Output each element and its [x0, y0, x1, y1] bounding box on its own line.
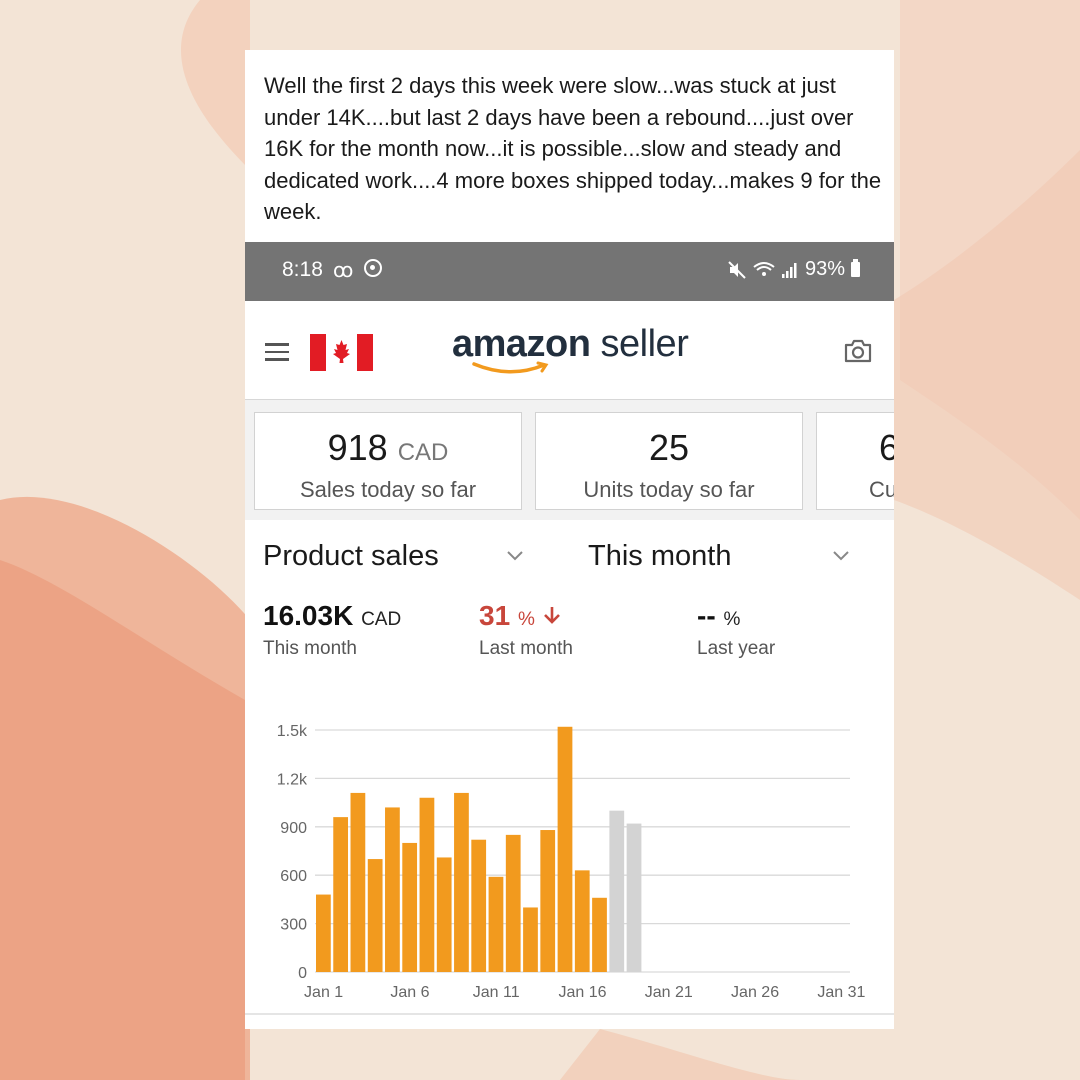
amazon-seller-logo: amazon seller [452, 323, 692, 383]
divider [245, 1013, 894, 1015]
bar[interactable] [574, 870, 590, 972]
voicemail-icon: ꝏ [333, 260, 354, 282]
last-month-label: Last month [479, 638, 573, 659]
bar[interactable] [454, 792, 469, 972]
bar[interactable] [592, 897, 607, 972]
x-tick-label: Jan 21 [645, 984, 693, 1001]
menu-icon[interactable] [265, 343, 289, 361]
last-year-number: -- [697, 600, 716, 631]
y-tick-label: 1.5k [277, 723, 308, 740]
bar[interactable] [505, 834, 521, 972]
y-tick-label: 600 [280, 868, 307, 885]
logo-text-bold: amazon [452, 323, 591, 365]
y-tick-label: 1.2k [277, 771, 308, 788]
metric-dropdown[interactable]: Product sales [263, 540, 439, 573]
logo-text-light: seller [590, 323, 689, 365]
x-tick-label: Jan 6 [390, 984, 429, 1001]
tile-partial[interactable]: 6 Cu [816, 412, 894, 510]
app-header: amazon seller [245, 301, 894, 400]
bar[interactable] [540, 830, 556, 972]
last-month-value: 31 % [479, 600, 561, 632]
bar[interactable] [523, 907, 538, 972]
this-month-label: This month [263, 638, 357, 659]
x-tick-label: Jan 16 [558, 984, 606, 1001]
this-month-value: 16.03K CAD [263, 600, 401, 632]
last-month-unit: % [517, 609, 535, 630]
bar[interactable] [557, 726, 573, 972]
signal-icon [781, 262, 797, 278]
summary-tiles: 918 CAD Sales today so far 25 Units toda… [245, 400, 894, 520]
chevron-down-icon[interactable] [832, 550, 850, 562]
bar[interactable] [367, 859, 383, 972]
bar[interactable] [626, 823, 642, 972]
this-month-number: 16.03K [263, 600, 354, 631]
bar[interactable] [471, 839, 487, 972]
bar[interactable] [402, 842, 418, 972]
battery-percent: 93% [804, 258, 845, 280]
x-tick-label: Jan 11 [473, 984, 520, 1001]
wifi-icon [753, 261, 775, 276]
x-tick-label: Jan 1 [304, 984, 343, 1001]
bar[interactable] [333, 817, 349, 972]
post-text: Well the first 2 days this week were slo… [264, 73, 882, 225]
amazon-smile-icon [472, 361, 549, 374]
sales-bar-chart: 0 300 600 900 1.2k 1.5k Jan 1 Jan 6 Jan 11 Jan 16… [277, 723, 866, 1001]
last-month-number: 31 [479, 600, 511, 631]
camera-icon[interactable] [843, 338, 873, 364]
bar[interactable] [350, 792, 366, 972]
status-right: 93% [727, 258, 860, 281]
bar[interactable] [316, 894, 331, 972]
period-dropdown[interactable]: This month [588, 540, 731, 573]
this-month-unit: CAD [361, 609, 402, 630]
x-tick-label: Jan 26 [731, 984, 779, 1001]
y-tick-label: 0 [298, 965, 307, 982]
arrow-down-icon [543, 607, 560, 624]
tile-units-today[interactable]: 25 Units today so far [535, 412, 803, 510]
tile-value: 918 [327, 427, 388, 468]
tile-label: Cu [869, 477, 894, 502]
tile-value: 25 [648, 427, 690, 468]
y-tick-label: 900 [280, 820, 307, 837]
battery-icon [851, 259, 860, 277]
mute-icon [728, 260, 746, 279]
tile-label: Units today so far [583, 477, 755, 502]
tile-value: 6 [879, 427, 894, 468]
bar[interactable] [488, 876, 504, 972]
canada-flag-icon[interactable] [310, 334, 373, 371]
post-card: Well the first 2 days this week were slo… [245, 50, 894, 1029]
bar[interactable] [436, 857, 452, 972]
tile-label: Sales today so far [299, 477, 477, 502]
sync-icon [364, 259, 382, 277]
x-tick-label: Jan 31 [817, 984, 865, 1001]
last-year-value: -- % [697, 600, 740, 632]
bar[interactable] [609, 810, 625, 972]
tile-sales-today[interactable]: 918 CAD Sales today so far [254, 412, 522, 510]
last-year-label: Last year [697, 638, 776, 659]
status-time: 8:18 [282, 258, 323, 281]
bar[interactable] [385, 807, 400, 972]
y-tick-label: 300 [280, 917, 307, 934]
bar[interactable] [419, 797, 435, 972]
last-year-unit: % [723, 609, 741, 630]
chevron-down-icon[interactable] [506, 550, 524, 562]
tile-unit: CAD [397, 439, 449, 466]
status-bar: 8:18 ꝏ 93% [245, 242, 894, 301]
